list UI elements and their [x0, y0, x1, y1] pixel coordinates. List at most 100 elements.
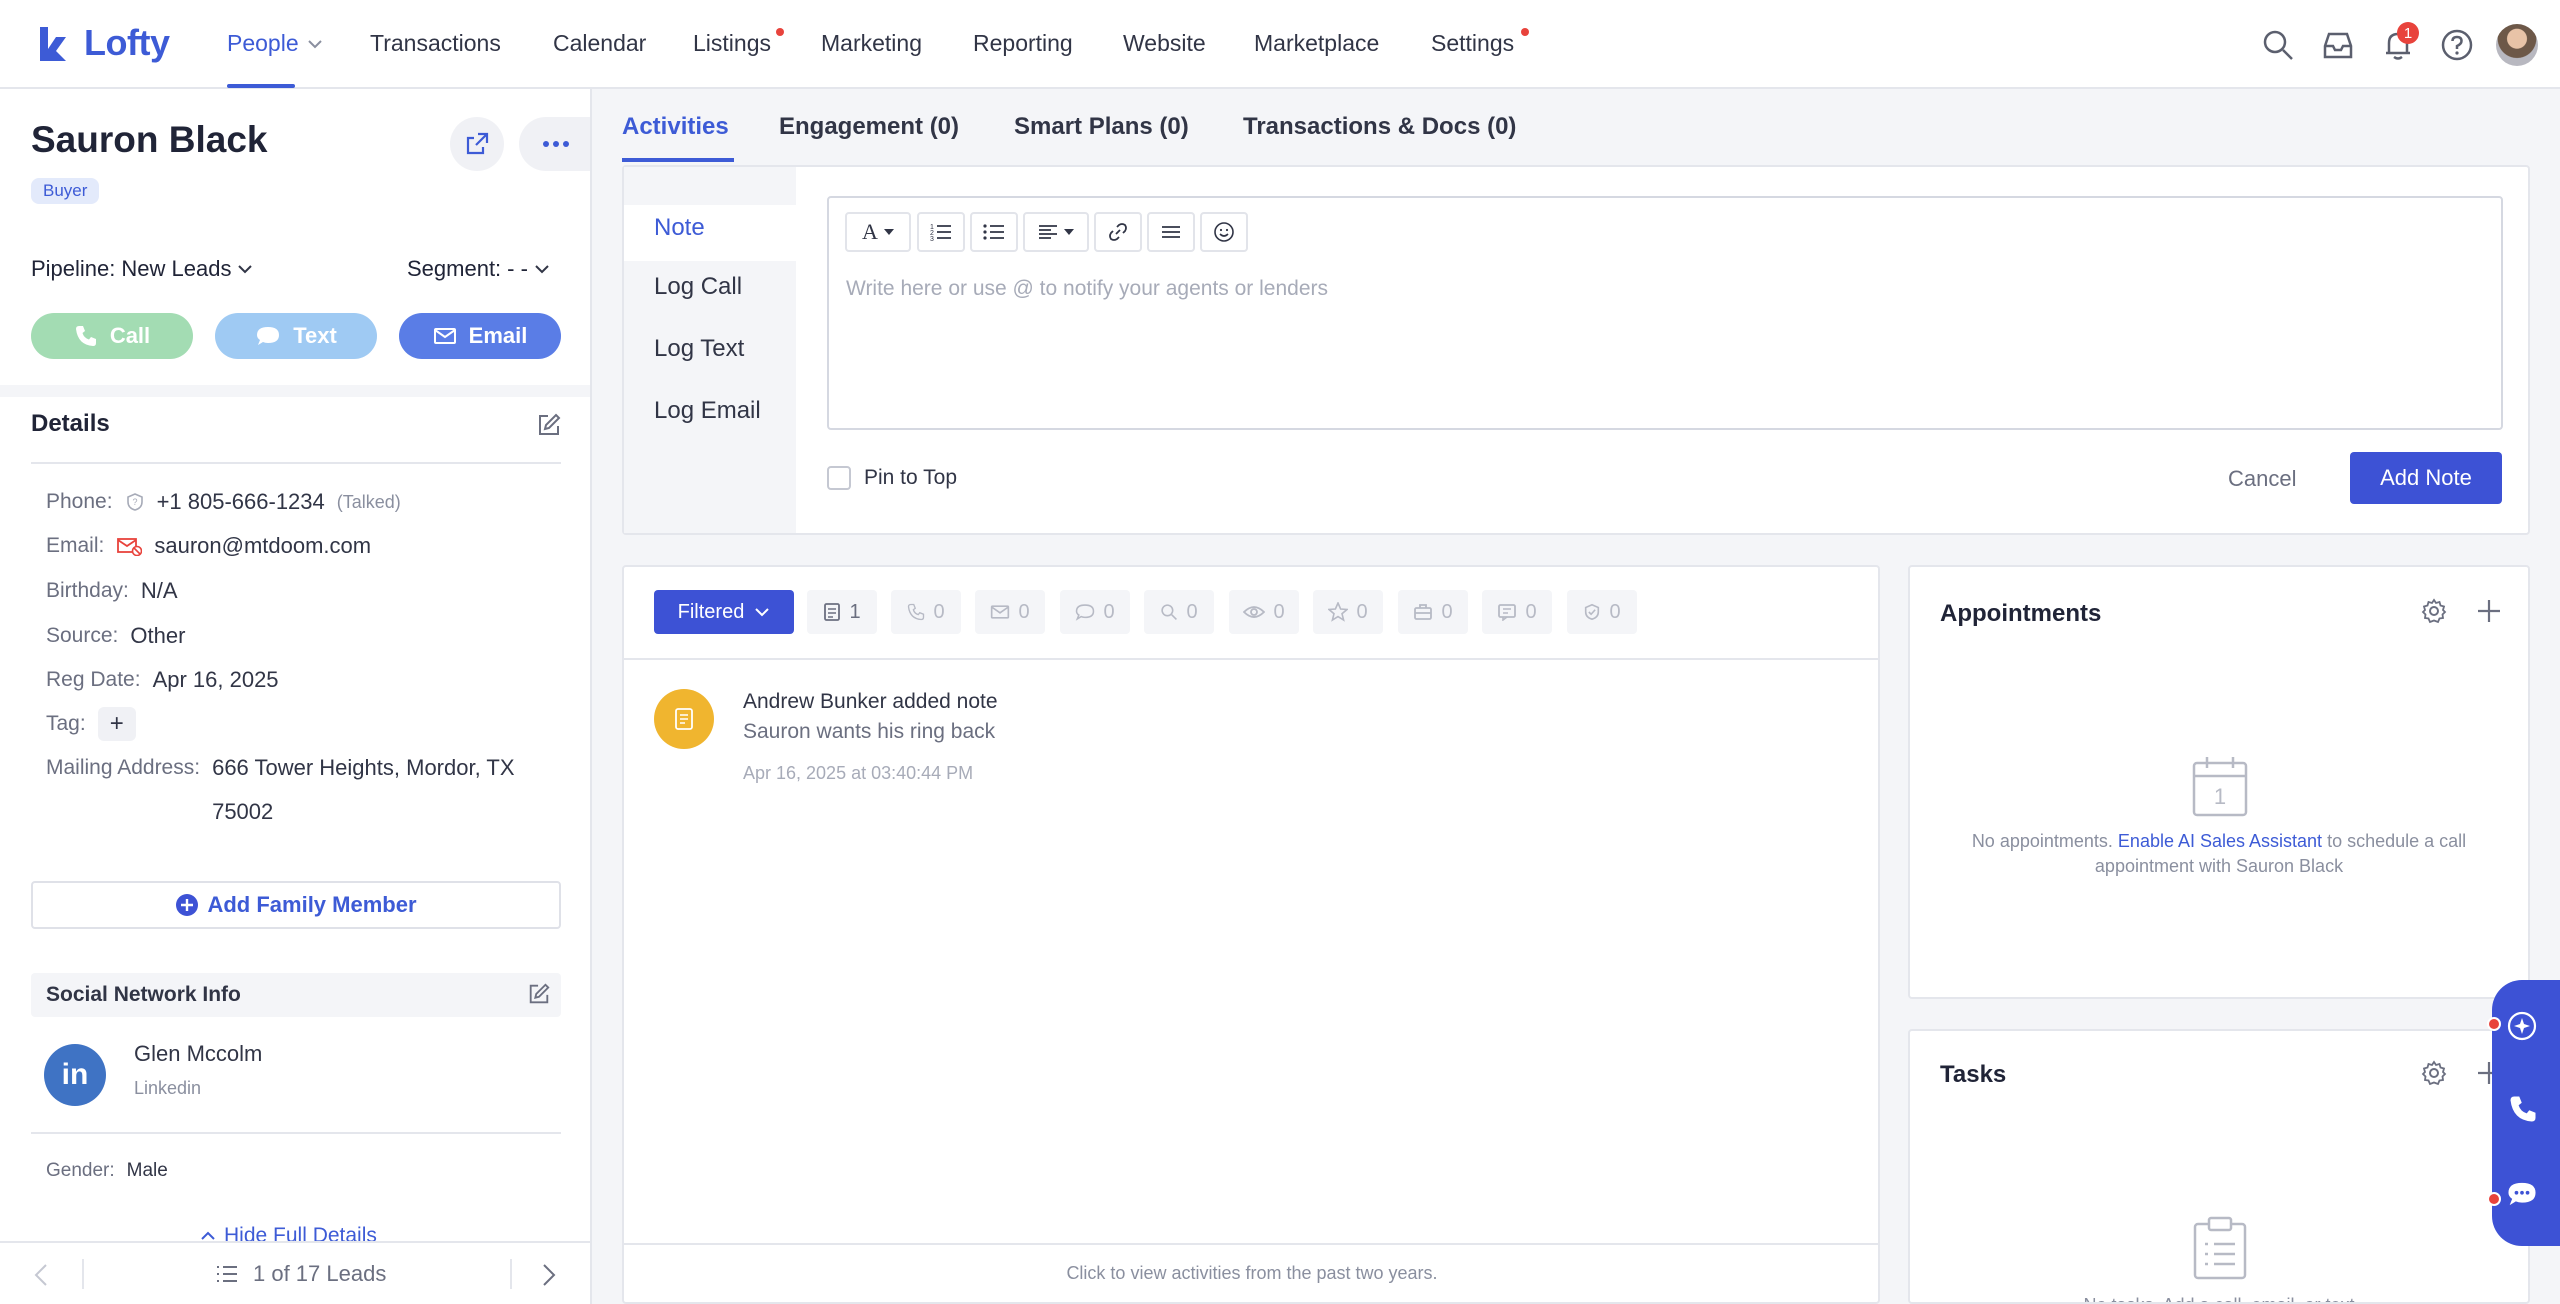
tab-smart-plans[interactable]: Smart Plans (0) [1014, 113, 1189, 141]
search-icon[interactable] [2261, 28, 2295, 62]
nav-people[interactable]: People [227, 30, 323, 57]
filter-chip-texts[interactable]: 0 [1060, 590, 1130, 634]
next-lead-button[interactable] [542, 1263, 556, 1287]
searches-count: 0 [1186, 600, 1198, 623]
call-button-label: Call [109, 323, 151, 348]
font-style-button[interactable]: A [845, 212, 911, 252]
load-older-activities-label: Click to view activities from the past t… [1066, 1263, 1438, 1283]
filter-chip-transactions[interactable]: 0 [1398, 590, 1468, 634]
chevron-down-icon [238, 265, 253, 274]
email-value[interactable]: sauron@mtdoom.com [154, 533, 371, 559]
pin-to-top-checkbox[interactable] [827, 466, 851, 490]
phone-value[interactable]: +1 805-666-1234 [157, 489, 325, 515]
filter-chip-calls[interactable]: 0 [891, 590, 961, 634]
log-item-text[interactable]: Log Text [654, 335, 744, 363]
log-item-email[interactable]: Log Email [654, 397, 761, 425]
more-horizontal-icon [542, 141, 569, 147]
source-value: Other [130, 623, 186, 648]
emoji-button[interactable] [1200, 212, 1248, 252]
transactions-count: 0 [1441, 600, 1453, 623]
pager-divider [82, 1259, 84, 1289]
gender-field: Gender: Male [46, 1160, 168, 1182]
email-field: Email: sauron@mtdoom.com [46, 533, 371, 559]
nav-reporting[interactable]: Reporting [973, 30, 1073, 57]
filter-dropdown-button[interactable]: Filtered [654, 590, 794, 634]
appointments-settings-button[interactable] [2420, 597, 2448, 625]
previous-lead-button[interactable] [34, 1263, 48, 1287]
tab-transactions-docs[interactable]: Transactions & Docs (0) [1243, 113, 1516, 141]
appointments-card: Appointments 1 No appointments. Enable A… [1908, 565, 2530, 999]
svg-text:1: 1 [2214, 784, 2226, 809]
contact-name: Sauron Black [31, 119, 268, 160]
reg-date-field: Reg Date: Apr 16, 2025 [46, 667, 279, 693]
ai-assistant-button[interactable] [2506, 1010, 2538, 1042]
nav-settings[interactable]: Settings [1431, 30, 1514, 57]
share-button[interactable] [450, 117, 504, 171]
text-button[interactable]: Text [215, 313, 377, 359]
filter-chip-searches[interactable]: 0 [1144, 590, 1214, 634]
nav-transactions[interactable]: Transactions [370, 30, 501, 57]
add-appointment-button[interactable] [2476, 598, 2502, 624]
log-item-call[interactable]: Log Call [654, 273, 742, 301]
nav-transactions-label: Transactions [370, 30, 501, 56]
note-editor[interactable]: A 123 Write here or use @ to notify your… [827, 196, 2503, 430]
horizontal-rule-button[interactable] [1147, 212, 1195, 252]
ai-assistant-icon [2507, 1011, 2537, 1041]
contact-panel: Sauron Black Buyer Pipeline: New Leads S… [0, 89, 592, 1304]
log-item-note[interactable]: Note [654, 214, 705, 242]
horizontal-rule-icon [1162, 226, 1180, 238]
floating-chat-button[interactable] [2506, 1180, 2538, 1208]
ordered-list-button[interactable]: 123 [917, 212, 965, 252]
floating-call-button[interactable] [2508, 1094, 2538, 1124]
add-note-button[interactable]: Add Note [2350, 452, 2502, 504]
filter-chip-favorites[interactable]: 0 [1313, 590, 1383, 634]
social-profile-name[interactable]: Glen Mccolm [134, 1041, 262, 1067]
tasks-settings-button[interactable] [2420, 1059, 2448, 1087]
email-button[interactable]: Email [399, 313, 561, 359]
load-older-activities[interactable]: Click to view activities from the past t… [624, 1243, 1878, 1302]
nav-marketplace[interactable]: Marketplace [1254, 30, 1379, 57]
bullet-list-button[interactable] [970, 212, 1018, 252]
user-avatar[interactable] [2496, 24, 2538, 66]
cancel-button[interactable]: Cancel [2228, 466, 2296, 492]
pipeline-dropdown[interactable]: Pipeline: New Leads [31, 256, 253, 282]
source-label: Source: [46, 624, 119, 647]
appointments-title: Appointments [1940, 600, 2102, 627]
inbox-icon[interactable] [2321, 28, 2355, 62]
lead-list-indicator[interactable]: 1 of 17 Leads [215, 1261, 386, 1287]
nav-listings[interactable]: Listings [693, 30, 771, 57]
filter-chip-verified[interactable]: 0 [1567, 590, 1637, 634]
segment-dropdown[interactable]: Segment: - - [407, 256, 550, 282]
more-options-button[interactable] [519, 117, 590, 171]
gender-value: Male [126, 1160, 168, 1181]
nav-marketing[interactable]: Marketing [821, 30, 922, 57]
nav-reporting-label: Reporting [973, 30, 1073, 56]
mailing-address-value: 666 Tower Heights, Mordor, TX 75002 [212, 746, 514, 834]
linkedin-icon: in [44, 1044, 106, 1106]
lofty-logo[interactable]: Lofty [36, 22, 170, 64]
filter-chip-notes[interactable]: 1 [807, 590, 877, 634]
enable-ai-sales-assistant-link[interactable]: Enable AI Sales Assistant [2118, 831, 2322, 851]
add-family-member-button[interactable]: Add Family Member [31, 881, 561, 929]
nav-website[interactable]: Website [1123, 30, 1206, 57]
filter-chip-messages[interactable]: 0 [1482, 590, 1552, 634]
tab-engagement[interactable]: Engagement (0) [779, 113, 959, 141]
lofty-logo-icon [40, 27, 66, 61]
filter-chip-views[interactable]: 0 [1229, 590, 1299, 634]
edit-social-button[interactable] [527, 982, 551, 1006]
add-tag-button[interactable]: + [97, 707, 136, 741]
edit-details-button[interactable] [536, 412, 562, 438]
nav-calendar[interactable]: Calendar [553, 30, 646, 57]
align-button[interactable] [1023, 212, 1089, 252]
mailing-address-field: Mailing Address: 666 Tower Heights, Mord… [46, 755, 515, 834]
activity-title: Andrew Bunker added note [743, 690, 998, 713]
tab-activities[interactable]: Activities [622, 113, 729, 141]
address-line-1: 666 Tower Heights, Mordor, TX [212, 755, 515, 780]
floating-action-bar [2492, 980, 2560, 1246]
help-icon[interactable] [2440, 28, 2474, 62]
link-button[interactable] [1094, 212, 1142, 252]
pin-to-top-label[interactable]: Pin to Top [864, 466, 957, 490]
filter-chip-emails[interactable]: 0 [975, 590, 1045, 634]
emails-count: 0 [1018, 600, 1030, 623]
call-button[interactable]: Call [31, 313, 193, 359]
